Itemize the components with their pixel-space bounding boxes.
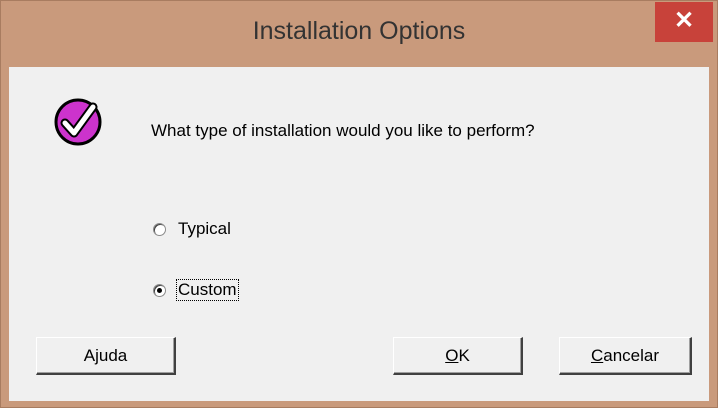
cancel-button[interactable]: Cancelar — [559, 337, 692, 375]
dialog-window: Installation Options ✕ What type of inst… — [0, 0, 718, 408]
radio-custom[interactable]: Custom — [153, 277, 239, 303]
radio-typical-label[interactable]: Typical — [177, 219, 232, 239]
window-title: Installation Options — [252, 17, 466, 45]
ok-button[interactable]: OK — [393, 337, 523, 375]
checkmark-icon — [54, 98, 102, 146]
question-text: What type of installation would you like… — [151, 121, 535, 140]
ok-label-rest: K — [458, 346, 470, 365]
close-icon: ✕ — [673, 7, 695, 34]
close-button[interactable]: ✕ — [655, 2, 713, 42]
cancel-mnemonic: C — [590, 346, 604, 365]
title-bar[interactable]: Installation Options ✕ — [1, 1, 717, 67]
dialog-body: What type of installation would you like… — [9, 67, 709, 401]
ok-mnemonic: O — [445, 346, 459, 365]
cancel-label-rest: ancelar — [603, 346, 660, 365]
radio-custom-circle[interactable] — [153, 283, 166, 297]
radio-custom-label[interactable]: Custom — [176, 279, 239, 301]
help-button[interactable]: Ajuda — [36, 337, 176, 375]
radio-typical[interactable]: Typical — [153, 216, 232, 242]
radio-typical-circle[interactable] — [153, 222, 166, 236]
